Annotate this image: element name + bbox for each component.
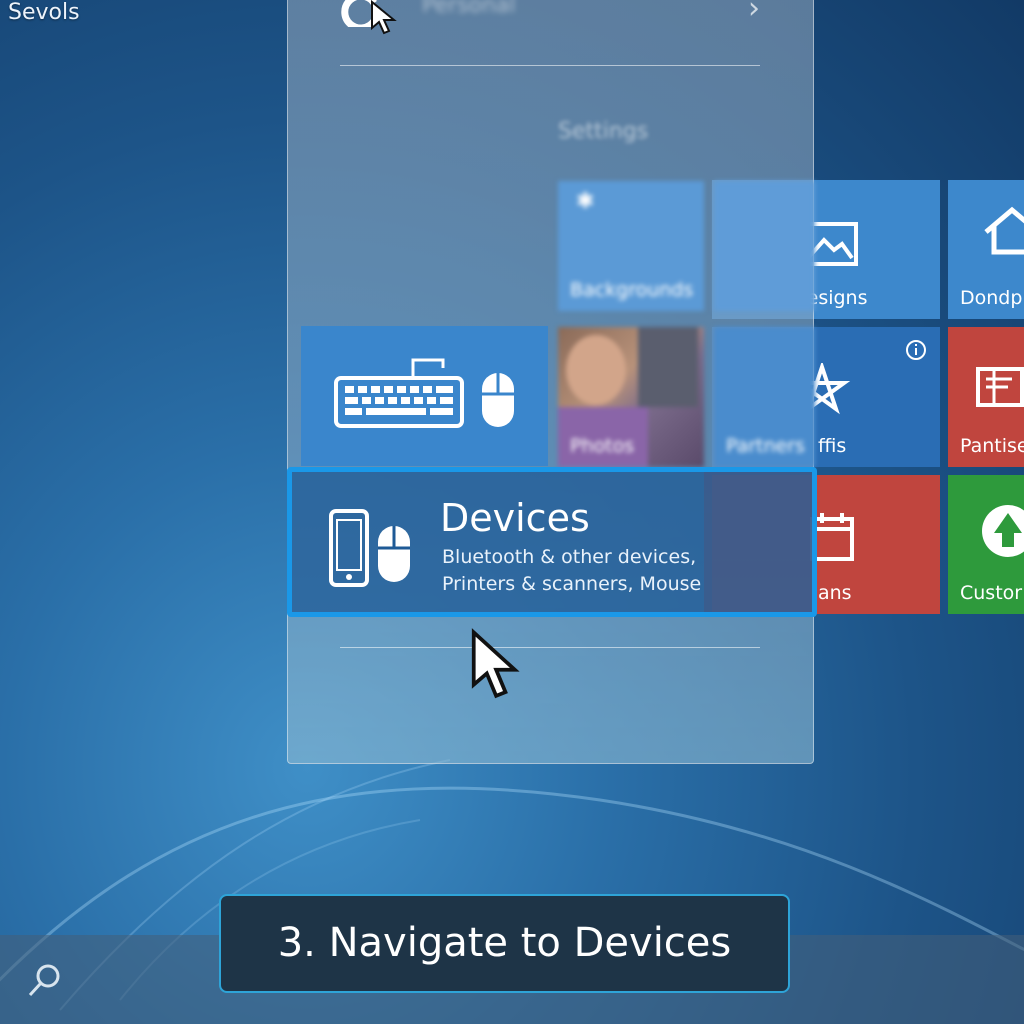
devices-row-shade (704, 472, 812, 612)
divider (340, 65, 760, 66)
printer-icon (976, 367, 1024, 407)
tile-partners[interactable]: Partners (714, 327, 815, 467)
info-icon (906, 340, 926, 360)
divider (340, 647, 760, 648)
refresh-arrow-icon (982, 505, 1024, 557)
mouse-icon (378, 526, 410, 582)
person-photo (638, 327, 698, 407)
step-caption-box: 3. Navigate to Devices (219, 894, 790, 993)
keyboard-icon (334, 358, 464, 428)
chevron-right-icon: › (748, 0, 760, 26)
devices-item[interactable]: Devices Bluetooth & other devices, Print… (287, 467, 817, 617)
tile-label: Dondp (960, 287, 1023, 309)
mouse-icon (482, 373, 514, 427)
tile-label: Photos (570, 435, 635, 457)
tile-custor[interactable]: Custor (948, 475, 1024, 614)
settings-heading: Settings (558, 119, 649, 144)
search-icon[interactable] (26, 961, 64, 999)
tile-photos[interactable]: Photos (558, 327, 704, 467)
step-caption: 3. Navigate to Devices (277, 920, 732, 966)
devices-desc-line1: Bluetooth & other devices, (442, 546, 697, 568)
devices-desc-line2: Printers & scanners, Mouse (442, 573, 702, 595)
tile-label: Backgrounds (570, 279, 694, 301)
tile-label: ffis (818, 435, 847, 457)
window-title: Sevols (8, 0, 80, 25)
mouse-cursor-icon (471, 628, 520, 699)
tile-backgrounds[interactable]: ✱ Backgrounds (558, 181, 704, 311)
tile-dondp[interactable]: Dondp (948, 180, 1024, 319)
tile-pantise[interactable]: Pantise (948, 327, 1024, 467)
tile-label: Pantise (960, 435, 1024, 457)
devices-title: Devices (440, 496, 590, 540)
tile-label: ans (818, 582, 852, 604)
phone-icon (329, 509, 369, 587)
star-icon: ✱ (576, 189, 595, 214)
tile-label: Partners (726, 435, 805, 457)
mouse-cursor-icon (371, 0, 397, 35)
tile-label: Custor (960, 582, 1023, 604)
personal-row[interactable]: Personal › (340, 0, 760, 33)
tile-keyboard-mouse[interactable] (301, 326, 548, 466)
home-icon (984, 206, 1024, 255)
person-photo (566, 335, 626, 405)
personal-label: Personal (422, 0, 516, 18)
tile-blank[interactable] (714, 181, 815, 311)
devices-description: Bluetooth & other devices, Printers & sc… (442, 544, 701, 598)
